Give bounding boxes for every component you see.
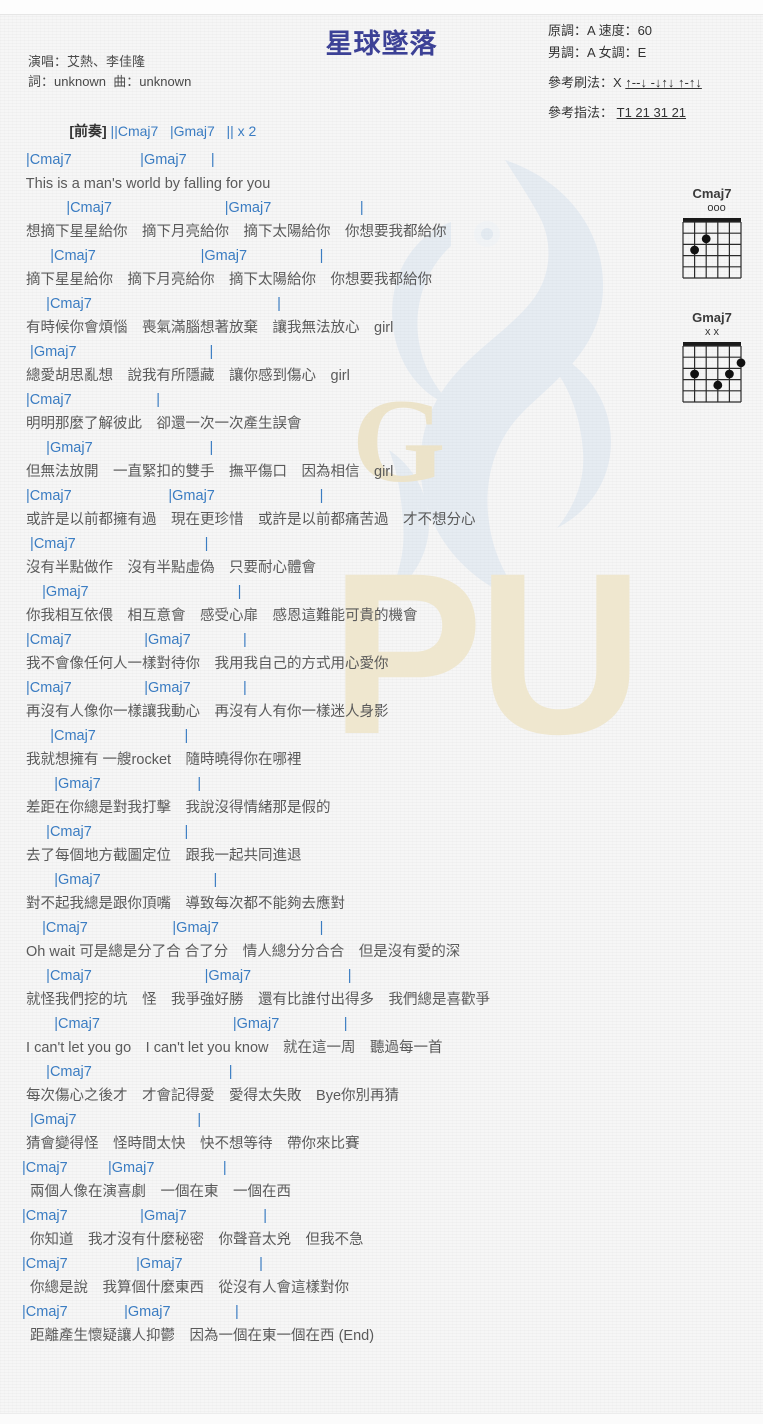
chord-line: |Cmaj7 |Gmaj7 |	[22, 1016, 348, 1032]
lyric-line: Oh wait 可是總是分了合 合了分 情人總分分合合 但是沒有愛的深	[22, 944, 461, 960]
pick-label: 參考指法：	[548, 105, 614, 120]
page-top-edge	[0, 0, 763, 15]
chord-line: |Cmaj7 |Gmaj7 |	[22, 488, 324, 504]
chord-line: |Cmaj7 |Gmaj7 |	[22, 920, 324, 936]
intro-chords: ||Cmaj7 |Gmaj7 || x 2	[106, 123, 257, 139]
pick-pattern: T1 21 31 21	[616, 105, 687, 120]
chord-line: |Cmaj7 |	[22, 728, 189, 744]
strum-pattern-row: 參考刷法：X ↑--↓ -↓↑↓ ↑-↑↓	[548, 72, 702, 94]
chord-line: |Gmaj7 |	[22, 872, 218, 888]
chord-line: |Cmaj7 |Gmaj7 |	[22, 200, 364, 216]
lyric-line: 每次傷心之後才 才會記得愛 愛得太失敗 Bye你別再猜	[22, 1088, 400, 1104]
chord-line: |Cmaj7 |Gmaj7 |	[22, 1304, 239, 1320]
chord-diagram-panel: Cmaj7 ooo Gmaj7 x x	[669, 186, 755, 434]
lyric-line: 我不會像任何人一樣對待你 我用我自己的方式用心愛你	[22, 656, 389, 672]
lyric-line: 去了每個地方截圖定位 跟我一起共同進退	[22, 848, 302, 864]
chord-line: |Cmaj7 |	[22, 536, 209, 552]
lyric-line: 想摘下星星給你 摘下月亮給你 摘下太陽給你 你想要我都給你	[22, 224, 447, 240]
singer-line: 演唱：艾熱、李佳隆	[28, 54, 146, 69]
lyric-line: 有時候你會煩惱 喪氣滿腦想著放棄 讓我無法放心 girl	[22, 320, 394, 336]
strum-label: 參考刷法：X	[548, 75, 622, 90]
chord-diagram-open-mute-marks: x x	[704, 326, 720, 338]
chord-lyric-body: |Cmaj7 |Gmaj7 | This is a man's world by…	[0, 148, 690, 1348]
chord-sheet-page: G PU 星球墜落 演唱：艾熱、李佳隆 詞：unknown 曲：unknown …	[0, 0, 763, 1424]
original-key-tempo: 原調：A 速度：60	[548, 23, 653, 38]
chord-diagram-cmaj7: Cmaj7 ooo	[669, 186, 755, 284]
page-bottom-edge	[0, 1413, 763, 1424]
chord-line: |Cmaj7 |	[22, 296, 281, 312]
chord-line: |Gmaj7 |	[22, 1112, 202, 1128]
male-female-key: 男調：A 女調：E	[548, 45, 647, 60]
key-tempo-info: 原調：A 速度：60 男調：A 女調：E 參考刷法：X ↑--↓ -↓↑↓ ↑-…	[548, 20, 702, 124]
chord-line: |Gmaj7 |	[22, 584, 242, 600]
lyric-line: 猜會變得怪 怪時間太快 快不想等待 帶你來比賽	[22, 1136, 360, 1152]
lyric-line: 我就想擁有 一艘rocket 隨時曉得你在哪裡	[22, 752, 302, 768]
lyric-line: 兩個人像在演喜劇 一個在東 一個在西	[22, 1184, 292, 1200]
chord-line: |Gmaj7 |	[22, 344, 214, 360]
chord-line: |Cmaj7 |Gmaj7 |	[22, 1208, 267, 1224]
lyric-line: This is a man's world by falling for you	[22, 176, 271, 192]
chord-diagram-name: Gmaj7	[692, 310, 732, 325]
chord-line: |Cmaj7 |Gmaj7 |	[22, 1160, 227, 1176]
chord-diagram-name: Cmaj7	[692, 186, 732, 201]
chord-diagram-gmaj7: Gmaj7 x x	[669, 310, 755, 408]
chord-line: |Gmaj7 |	[22, 440, 214, 456]
strum-pattern: ↑--↓ -↓↑↓ ↑-↑↓	[625, 75, 702, 90]
chord-line: |Cmaj7 |	[22, 392, 161, 408]
lyric-line: 或許是以前都擁有過 現在更珍惜 或許是以前都痛苦過 才不想分心	[22, 512, 476, 528]
lyric-line: 沒有半點做作 沒有半點虛偽 只要耐心體會	[22, 560, 317, 576]
credits-block: 演唱：艾熱、李佳隆 詞：unknown 曲：unknown	[28, 52, 191, 92]
chord-line: |Cmaj7 |Gmaj7 |	[22, 248, 324, 264]
credit-line: 詞：unknown 曲：unknown	[28, 74, 192, 89]
lyric-line: 總愛胡思亂想 說我有所隱藏 讓你感到傷心 girl	[22, 368, 350, 384]
lyric-line: 對不起我總是跟你頂嘴 導致每次都不能夠去應對	[22, 896, 346, 912]
lyric-line: 摘下星星給你 摘下月亮給你 摘下太陽給你 你想要我都給你	[22, 272, 433, 288]
lyric-line: I can't let you go I can't let you know …	[22, 1040, 443, 1056]
lyric-line: 但無法放開 一直緊扣的雙手 撫平傷口 因為相信 girl	[22, 464, 394, 480]
lyric-line: 差距在你總是對我打擊 我說沒得情緒那是假的	[22, 800, 331, 816]
chord-diagram-grid	[682, 218, 742, 279]
chord-diagram-grid	[682, 342, 746, 403]
chord-line: |Cmaj7 |	[22, 824, 189, 840]
chord-line: |Gmaj7 |	[22, 776, 202, 792]
lyric-line: 明明那麼了解彼此 卻還一次一次產生誤會	[22, 416, 302, 432]
picking-pattern-row: 參考指法： T1 21 31 21	[548, 102, 702, 124]
lyric-line: 再沒有人像你一樣讓我動心 再沒有人有你一樣迷人身影	[22, 704, 389, 720]
lyric-line: 你知道 我才沒有什麼秘密 你聲音太兇 但我不急	[22, 1232, 364, 1248]
lyric-line: 你總是說 我算個什麼東西 從沒有人會這樣對你	[22, 1280, 350, 1296]
chord-line: |Cmaj7 |Gmaj7 |	[22, 632, 247, 648]
chord-line: |Cmaj7 |Gmaj7 |	[22, 152, 215, 168]
chord-line: |Cmaj7 |	[22, 1064, 233, 1080]
chord-diagram-open-mute-marks: ooo	[698, 202, 726, 214]
chord-line: |Cmaj7 |Gmaj7 |	[22, 968, 352, 984]
intro-label: [前奏]	[69, 123, 107, 139]
lyric-line: 你我相互依偎 相互意會 感受心扉 感恩這難能可貴的機會	[22, 608, 418, 624]
chord-line: |Cmaj7 |Gmaj7 |	[22, 1256, 263, 1272]
lyric-line: 距離產生懷疑讓人抑鬱 因為一個在東一個在西 (End)	[22, 1328, 375, 1344]
chord-line: |Cmaj7 |Gmaj7 |	[22, 680, 247, 696]
lyric-line: 就怪我們挖的坑 怪 我爭強好勝 還有比誰付出得多 我們總是喜歡爭	[22, 992, 491, 1008]
